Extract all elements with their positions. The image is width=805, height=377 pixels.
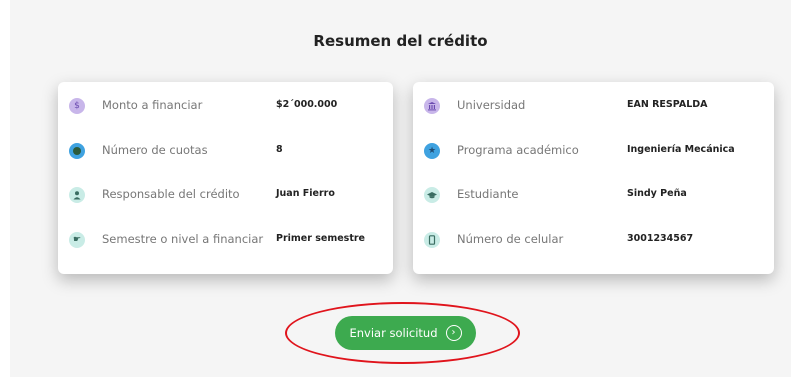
mobile-phone-icon [424,232,440,248]
page-title: Resumen del crédito [313,32,488,50]
value-programa: Ingeniería Mecánica [627,144,735,155]
send-request-button[interactable]: Enviar solicitud › [335,316,476,350]
value-semestre: Primer semestre [276,233,366,244]
graduation-cap-icon [424,187,440,203]
send-request-label: Enviar solicitud [349,326,438,340]
value-responsable: Juan Fierro [276,188,335,199]
label-estudiante: Estudiante [457,187,519,201]
star-icon: ★ [424,143,440,159]
row-estudiante: Estudiante Sindy Peña [413,183,774,207]
label-cuotas: Número de cuotas [102,143,208,157]
value-cuotas: 8 [276,144,283,155]
value-monto: $2´000.000 [276,99,338,110]
value-estudiante: Sindy Peña [627,188,687,199]
pointing-hand-icon: ☛ [69,232,85,248]
row-semestre: ☛ Semestre o nivel a financiar Primer se… [58,228,393,252]
student-details-card: Universidad EAN RESPALDA ★ Programa acad… [413,82,774,274]
row-cuotas: Número de cuotas 8 [58,139,393,163]
label-semestre: Semestre o nivel a financiar [102,232,264,246]
label-celular: Número de celular [457,232,564,246]
dollar-icon: $ [69,98,85,114]
row-universidad: Universidad EAN RESPALDA [413,94,774,118]
row-programa: ★ Programa académico Ingeniería Mecánica [413,139,774,163]
label-programa: Programa académico [457,143,579,157]
label-responsable: Responsable del crédito [102,187,240,201]
row-monto: $ Monto a financiar $2´000.000 [58,94,393,118]
credit-details-card: $ Monto a financiar $2´000.000 Número de… [58,82,393,274]
person-icon [69,187,85,203]
row-responsable: Responsable del crédito Juan Fierro [58,183,393,207]
label-universidad: Universidad [457,98,526,112]
value-universidad: EAN RESPALDA [627,99,708,110]
chevron-right-circle-icon: › [445,325,462,341]
coins-icon [69,143,85,159]
value-celular: 3001234567 [627,233,694,244]
university-building-icon [424,98,440,114]
label-monto: Monto a financiar [102,98,203,112]
row-celular: Número de celular 3001234567 [413,228,774,252]
